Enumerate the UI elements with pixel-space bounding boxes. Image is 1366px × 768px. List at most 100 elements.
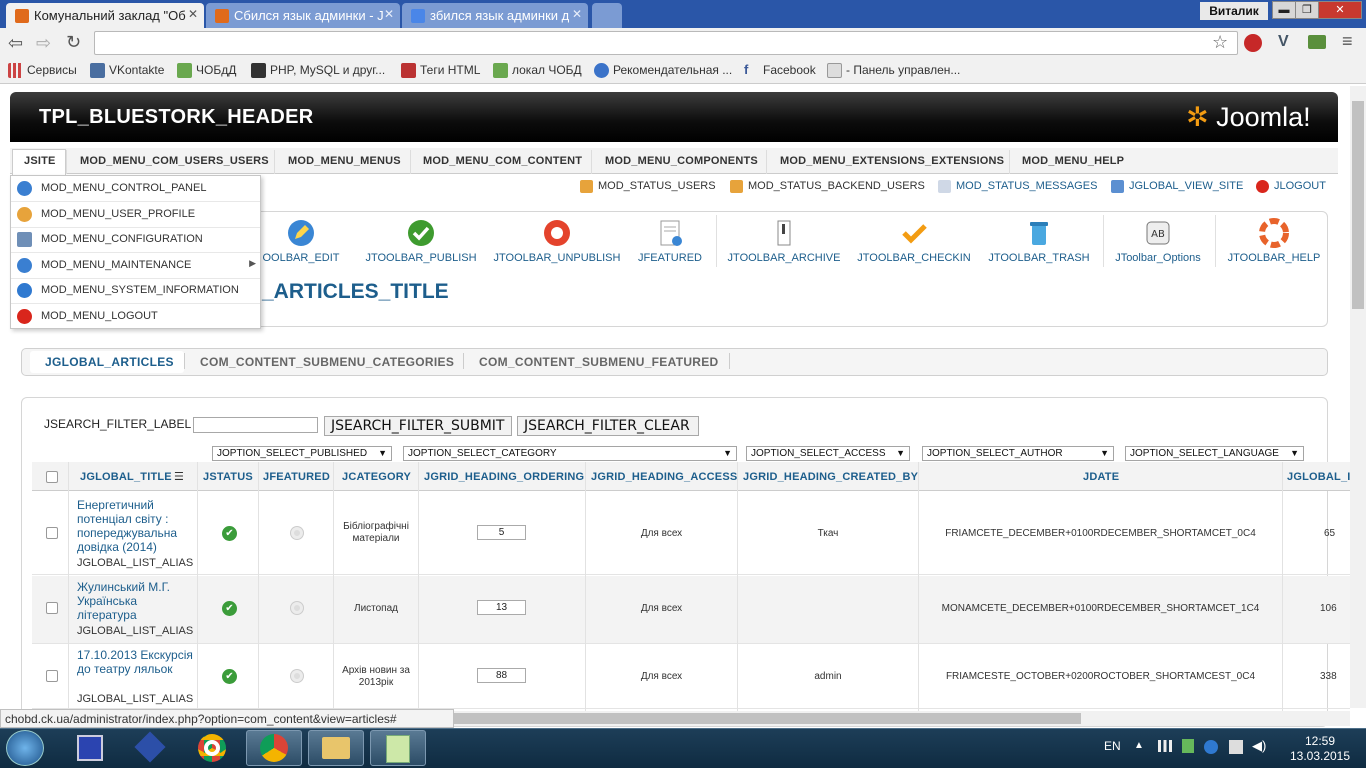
select-published[interactable]: JOPTION_SELECT_PUBLISHED ▼	[212, 446, 392, 461]
column-category[interactable]: JCATEGORY	[342, 471, 411, 483]
bookmark-control-panel[interactable]: - Панель управлен...	[827, 63, 960, 78]
search-submit-button[interactable]: JSEARCH_FILTER_SUBMIT	[324, 416, 512, 436]
browser-tab-3[interactable]: збился язык админки д ✕	[402, 3, 588, 28]
extension-icon[interactable]: V	[1278, 33, 1289, 51]
close-tab-icon[interactable]: ✕	[572, 7, 582, 21]
taskbar-notepad-icon[interactable]	[370, 730, 426, 766]
bookmark-star-icon[interactable]: ☆	[1212, 32, 1228, 53]
not-featured-icon[interactable]	[291, 602, 303, 614]
horizontal-scroll-thumb[interactable]	[454, 713, 1081, 724]
status-users[interactable]: MOD_STATUS_USERS	[580, 180, 716, 193]
vertical-scroll-thumb[interactable]	[1352, 101, 1364, 309]
published-check-icon[interactable]: ✔	[222, 526, 237, 541]
bookmark-facebook[interactable]: f Facebook	[744, 62, 816, 77]
close-tab-icon[interactable]: ✕	[384, 7, 394, 21]
article-title-link[interactable]: Енергетичний потенціал світу : попереджу…	[77, 498, 197, 554]
logout-link[interactable]: JLOGOUT	[1256, 180, 1326, 193]
toolbar-options[interactable]: AB JToolbar_Options	[1112, 218, 1204, 264]
search-input[interactable]	[193, 417, 318, 433]
dropdown-maintenance[interactable]: MOD_MENU_MAINTENANCE ▶	[11, 253, 260, 279]
menu-item-help[interactable]: MOD_MENU_HELP	[1022, 155, 1124, 167]
toolbar-edit[interactable]: OOLBAR_EDIT	[256, 218, 346, 264]
menu-item-components[interactable]: MOD_MENU_COMPONENTS	[605, 155, 758, 167]
close-tab-icon[interactable]: ✕	[188, 7, 198, 21]
column-status[interactable]: JSTATUS	[203, 471, 253, 483]
close-window-button[interactable]: ✕	[1318, 1, 1362, 19]
toolbar-featured[interactable]: JFEATURED	[636, 218, 704, 264]
column-date[interactable]: JDATE	[1083, 471, 1119, 483]
taskbar-explorer-icon[interactable]	[308, 730, 364, 766]
column-id[interactable]: JGLOBAL_I	[1287, 471, 1351, 483]
toolbar-archive[interactable]: JTOOLBAR_ARCHIVE	[726, 218, 842, 264]
article-title-link[interactable]: 17.10.2013 Екскурсія до театру ляльок	[77, 648, 197, 676]
submenu-articles[interactable]: JGLOBAL_ARTICLES	[45, 355, 174, 369]
extension-icon[interactable]	[1244, 34, 1262, 52]
extension-icon[interactable]	[1308, 35, 1326, 49]
menu-item-site[interactable]: JSITE	[24, 155, 56, 167]
clock[interactable]: 12:59 13.03.2015	[1280, 734, 1360, 764]
dropdown-system-information[interactable]: MOD_MENU_SYSTEM_INFORMATION	[11, 278, 260, 304]
bookmark-vkontakte[interactable]: VKontakte	[90, 63, 164, 78]
menu-item-menus[interactable]: MOD_MENU_MENUS	[288, 155, 401, 167]
submenu-featured[interactable]: COM_CONTENT_SUBMENU_FEATURED	[479, 355, 719, 369]
search-clear-button[interactable]: JSEARCH_FILTER_CLEAR	[517, 416, 699, 436]
article-title-link[interactable]: Жулинський М.Г. Українська література	[77, 580, 197, 622]
ordering-input[interactable]: 88	[477, 668, 526, 683]
bookmark-recommend[interactable]: Рекомендательная ...	[594, 63, 732, 78]
select-access[interactable]: JOPTION_SELECT_ACCESS ▼	[746, 446, 910, 461]
select-language[interactable]: JOPTION_SELECT_LANGUAGE ▼	[1125, 446, 1304, 461]
bookmark-php[interactable]: PHP, MySQL и друг...	[251, 63, 385, 78]
show-hidden-icons[interactable]: ▲	[1134, 740, 1144, 751]
dropdown-configuration[interactable]: MOD_MENU_CONFIGURATION	[11, 227, 260, 253]
toolbar-trash[interactable]: JTOOLBAR_TRASH	[986, 218, 1092, 264]
column-access[interactable]: JGRID_HEADING_ACCESS	[591, 471, 737, 483]
submenu-categories[interactable]: COM_CONTENT_SUBMENU_CATEGORIES	[200, 355, 454, 369]
profile-name[interactable]: Виталик	[1200, 2, 1268, 20]
row-checkbox[interactable]	[46, 602, 58, 614]
status-messages[interactable]: MOD_STATUS_MESSAGES	[938, 180, 1097, 193]
network-icon[interactable]	[1158, 740, 1172, 752]
new-tab-button[interactable]	[592, 3, 622, 28]
row-checkbox[interactable]	[46, 527, 58, 539]
taskbar-app-save[interactable]	[62, 730, 118, 766]
browser-tab-2[interactable]: Сбился язык админки - J ✕	[206, 3, 400, 28]
column-ordering[interactable]: JGRID_HEADING_ORDERING	[424, 471, 584, 483]
ordering-input[interactable]: 5	[477, 525, 526, 540]
address-bar[interactable]	[94, 31, 1238, 55]
taskbar-chrome-icon[interactable]	[184, 730, 240, 766]
menu-item-users[interactable]: MOD_MENU_COM_USERS_USERS	[80, 155, 269, 167]
bookmark-local-chobd[interactable]: локал ЧОБД	[493, 63, 582, 78]
not-featured-icon[interactable]	[291, 670, 303, 682]
dropdown-control-panel[interactable]: MOD_MENU_CONTROL_PANEL	[11, 176, 260, 202]
menu-item-extensions[interactable]: MOD_MENU_EXTENSIONS_EXTENSIONS	[780, 155, 1004, 167]
forward-icon[interactable]: ⇨	[36, 33, 51, 54]
update-icon[interactable]	[1182, 739, 1194, 753]
minimize-button[interactable]: ▬	[1272, 1, 1296, 19]
bookmark-chobdd[interactable]: ЧОБдД	[177, 63, 236, 78]
not-featured-icon[interactable]	[291, 527, 303, 539]
language-indicator[interactable]: EN	[1104, 739, 1121, 753]
toolbar-help[interactable]: JTOOLBAR_HELP	[1226, 218, 1322, 264]
column-title[interactable]: JGLOBAL_TITLE	[80, 471, 172, 483]
ordering-input[interactable]: 13	[477, 600, 526, 615]
select-author[interactable]: JOPTION_SELECT_AUTHOR ▼	[922, 446, 1114, 461]
bookmark-services[interactable]: Сервисы	[8, 63, 77, 78]
taskbar-chrome-active[interactable]	[246, 730, 302, 766]
view-site-link[interactable]: JGLOBAL_VIEW_SITE	[1111, 180, 1243, 193]
column-featured[interactable]: JFEATURED	[263, 471, 330, 483]
back-icon[interactable]: ⇦	[8, 33, 23, 54]
browser-tab-1[interactable]: Комунальний заклад "Об ✕	[6, 3, 204, 28]
dropdown-logout[interactable]: MOD_MENU_LOGOUT	[11, 304, 260, 330]
volume-icon[interactable]: ◀)	[1252, 738, 1266, 754]
published-check-icon[interactable]: ✔	[222, 669, 237, 684]
toolbar-checkin[interactable]: JTOOLBAR_CHECKIN	[856, 218, 972, 264]
taskbar-app-diamond[interactable]	[122, 730, 178, 766]
published-check-icon[interactable]: ✔	[222, 601, 237, 616]
bookmark-html-tags[interactable]: Теги HTML	[401, 63, 480, 78]
action-center-icon[interactable]	[1229, 740, 1243, 754]
dropdown-user-profile[interactable]: MOD_MENU_USER_PROFILE	[11, 202, 260, 228]
status-backend-users[interactable]: MOD_STATUS_BACKEND_USERS	[730, 180, 925, 193]
row-checkbox[interactable]	[46, 670, 58, 682]
reload-icon[interactable]: ↻	[66, 32, 81, 53]
info-tray-icon[interactable]	[1204, 740, 1218, 754]
